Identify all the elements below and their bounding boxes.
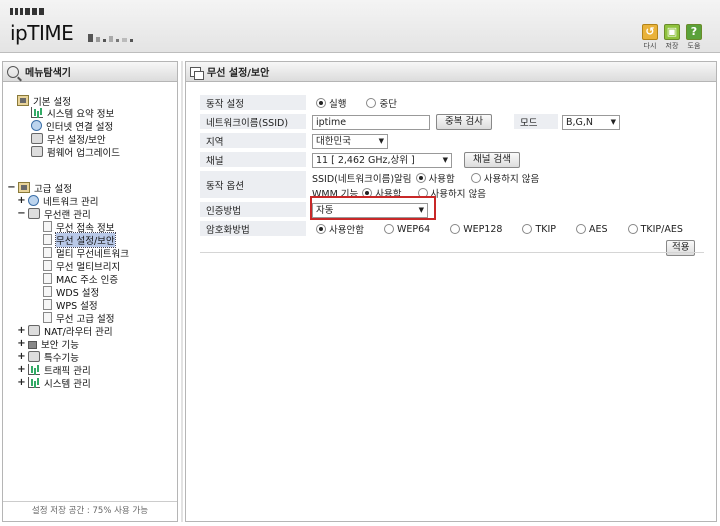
page-icon xyxy=(43,273,52,284)
page-icon xyxy=(43,286,52,297)
main-panel: 무선 설정/보안 동작 설정 실행 중단 네트워크이름(SSID) iptime… xyxy=(185,61,717,522)
help-icon[interactable]: ? xyxy=(686,24,702,40)
collapse-icon[interactable]: − xyxy=(7,182,16,193)
menu-explorer-title: 메뉴탐색기 xyxy=(3,62,177,82)
tree-item-wds[interactable]: WDS 설정 xyxy=(43,285,99,299)
page-icon xyxy=(43,260,52,271)
radio-enc-aes[interactable]: AES xyxy=(572,224,608,235)
radio-enc-wep64[interactable]: WEP64 xyxy=(380,224,430,235)
network-icon xyxy=(28,195,39,206)
row-encryption: 암호화방법 사용안함 WEP64 WEP128 TKIP AES TKIP/AE… xyxy=(200,221,704,237)
row-ssid: 네트워크이름(SSID) iptime 중복 검사 모드 B,G,N xyxy=(200,114,704,130)
radio-enc-wep128[interactable]: WEP128 xyxy=(446,224,502,235)
folder-icon xyxy=(18,182,30,193)
expand-icon[interactable]: + xyxy=(17,195,26,206)
radio-stop[interactable]: 중단 xyxy=(362,96,397,110)
tree-item-wireless-lan[interactable]: − 무선랜 관리 xyxy=(17,207,91,221)
main-title-bar: 무선 설정/보안 xyxy=(186,62,716,82)
region-select[interactable]: 대한민국 xyxy=(312,133,388,149)
lock-icon xyxy=(28,341,37,349)
collapse-icon[interactable]: − xyxy=(17,208,26,219)
page-icon xyxy=(43,234,52,245)
row-region: 지역 대한민국 xyxy=(200,133,704,149)
tree-item-multi-bridge[interactable]: 무선 멀티브리지 xyxy=(43,259,120,273)
page-icon xyxy=(43,299,52,310)
expand-icon[interactable]: + xyxy=(17,364,26,375)
row-channel: 채널 11 [ 2,462 GHz,상위 ] 채널 검색 xyxy=(200,152,704,168)
expand-icon[interactable]: + xyxy=(17,377,26,388)
router-icon xyxy=(28,325,40,336)
tree-group-advanced[interactable]: − 고급 설정 xyxy=(7,181,72,195)
row-auth: 인증방법 자동 xyxy=(200,202,704,218)
firmware-icon xyxy=(31,146,43,157)
system-icon xyxy=(28,377,40,388)
radio-ssid-use[interactable]: 사용함 xyxy=(412,171,455,185)
tree-item-wps[interactable]: WPS 설정 xyxy=(43,298,98,312)
storage-status: 설정 저장 공간 : 75% 사용 가능 xyxy=(3,501,177,521)
panel-splitter[interactable] xyxy=(181,61,183,522)
page-icon xyxy=(43,221,52,232)
page-icon xyxy=(43,312,52,323)
ssid-broadcast-row: SSID(네트워크이름)알림 사용함 사용하지 않음 xyxy=(312,171,551,185)
wireless-lan-icon xyxy=(28,208,40,219)
folder-icon xyxy=(17,95,29,106)
tree-item-traffic[interactable]: + 트래픽 관리 xyxy=(17,363,91,377)
page-title: 무선 설정/보안 xyxy=(207,68,270,79)
tree-item-special[interactable]: + 특수기능 xyxy=(17,350,79,364)
globe-icon xyxy=(31,120,42,131)
window-icon xyxy=(190,66,204,80)
menu-explorer-panel: 메뉴탐색기 기본 설정 시스템 요약 정보 인터넷 연결 설정 무선 설정/보안… xyxy=(2,61,178,522)
tree-item-firmware-upgrade[interactable]: 펌웨어 업그레이드 xyxy=(31,145,120,159)
tree-item-wireless-security-basic[interactable]: 무선 설정/보안 xyxy=(31,132,106,146)
divider xyxy=(200,252,704,253)
special-icon xyxy=(28,351,40,362)
header-bar: ipTIME ↺ 다시 ▣ 저장 ? 도움 xyxy=(0,0,720,53)
apply-button[interactable]: 적용 xyxy=(666,240,696,256)
highlight-box xyxy=(310,196,436,220)
expand-icon[interactable]: + xyxy=(17,351,26,362)
radio-enc-tkip-aes[interactable]: TKIP/AES xyxy=(624,224,683,235)
radio-enc-tkip[interactable]: TKIP xyxy=(518,224,556,235)
tree-item-internet-setup[interactable]: 인터넷 연결 설정 xyxy=(31,119,113,133)
logo: ipTIME xyxy=(10,21,74,45)
radio-ssid-nouse[interactable]: 사용하지 않음 xyxy=(467,171,539,185)
refresh-label: 다시 xyxy=(643,42,657,50)
row-operation: 동작 설정 실행 중단 xyxy=(200,95,704,111)
mode-select[interactable]: B,G,N xyxy=(561,114,620,130)
chart-icon xyxy=(31,107,43,118)
radio-enc-none[interactable]: 사용안함 xyxy=(312,222,364,236)
tree-item-wireless-security[interactable]: 무선 설정/보안 xyxy=(43,231,116,248)
refresh-icon[interactable]: ↺ xyxy=(642,24,658,40)
wireless-icon xyxy=(31,133,43,144)
channel-search-button[interactable]: 채널 검색 xyxy=(464,152,520,168)
expand-icon[interactable]: + xyxy=(17,338,26,349)
row-options: 동작 옵션 SSID(네트워크이름)알림 사용함 사용하지 않음 WMM 기능 … xyxy=(200,171,704,200)
channel-select[interactable]: 11 [ 2,462 GHz,상위 ] xyxy=(312,152,452,168)
tree-item-wireless-advanced[interactable]: 무선 고급 설정 xyxy=(43,311,114,325)
help-label: 도움 xyxy=(687,42,701,50)
ssid-input[interactable]: iptime xyxy=(312,114,430,130)
save-label: 저장 xyxy=(665,42,679,50)
tree-item-system[interactable]: + 시스템 관리 xyxy=(17,376,91,390)
logo-pixels xyxy=(88,34,133,42)
expand-icon[interactable]: + xyxy=(17,325,26,336)
save-icon[interactable]: ▣ xyxy=(664,24,680,40)
tree-item-multi-wireless[interactable]: 멀티 무선네트워크 xyxy=(43,246,129,260)
tree-item-nat-router[interactable]: + NAT/라우터 관리 xyxy=(17,324,113,338)
page-icon xyxy=(43,247,52,258)
traffic-icon xyxy=(28,364,40,375)
radio-run[interactable]: 실행 xyxy=(312,96,346,110)
logo-dots xyxy=(10,8,44,16)
tree-item-wireless-info[interactable]: 무선 접속 정보 xyxy=(43,220,114,234)
tree-item-security[interactable]: + 보안 기능 xyxy=(17,337,79,351)
tree-item-network-management[interactable]: + 네트워크 관리 xyxy=(17,194,98,208)
duplicate-check-button[interactable]: 중복 검사 xyxy=(436,114,492,130)
search-icon xyxy=(7,65,19,78)
tree-item-system-summary[interactable]: 시스템 요약 정보 xyxy=(31,106,114,120)
tree-item-mac-auth[interactable]: MAC 주소 인증 xyxy=(43,272,118,286)
